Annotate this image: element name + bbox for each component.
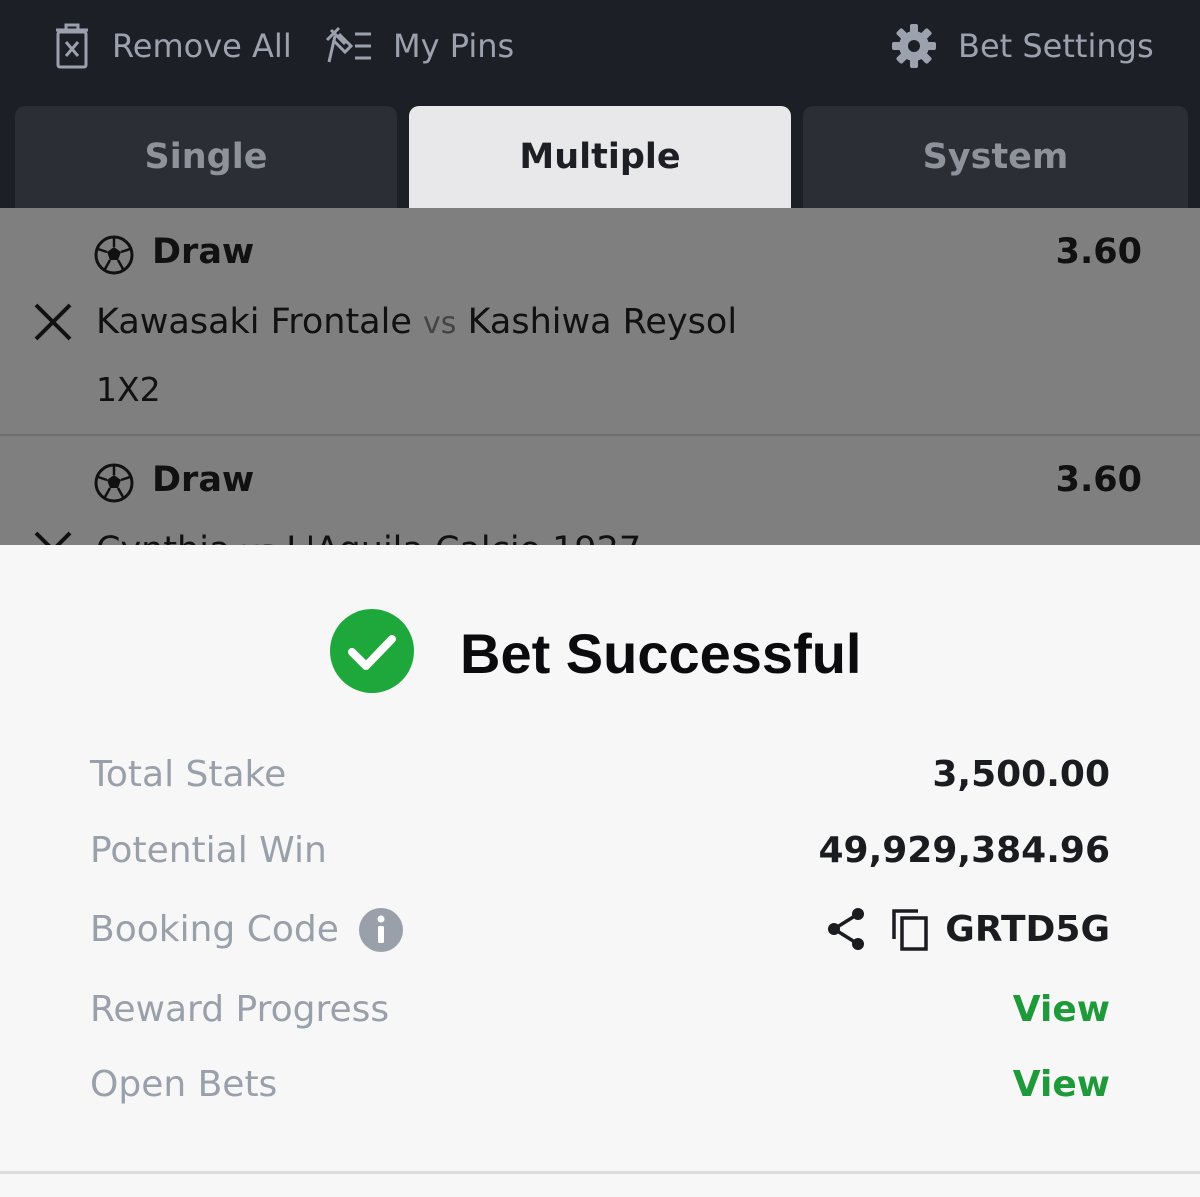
success-header: Bet Successful — [330, 609, 862, 697]
my-pins-label: My Pins — [393, 27, 515, 65]
remove-all-button[interactable]: Remove All — [52, 20, 292, 72]
info-icon[interactable] — [358, 907, 404, 957]
reward-progress-row: Reward Progress View — [90, 985, 1110, 1035]
potential-win-value: 49,929,384.96 — [818, 830, 1110, 871]
success-title: Bet Successful — [460, 621, 862, 685]
tab-single[interactable]: Single — [15, 106, 397, 208]
tab-system[interactable]: System — [803, 106, 1188, 208]
share-icon[interactable] — [826, 907, 866, 955]
pin-list-icon — [325, 26, 373, 66]
open-bets-view-link[interactable]: View — [1013, 1064, 1110, 1105]
total-stake-value: 3,500.00 — [932, 754, 1110, 795]
divider — [0, 1171, 1200, 1174]
reward-progress-label: Reward Progress — [90, 989, 390, 1030]
potential-win-label: Potential Win — [90, 830, 327, 871]
booking-code-row: Booking Code GRTD5G — [90, 905, 1110, 955]
tab-multiple[interactable]: Multiple — [409, 106, 791, 208]
bet-toolbar: Remove All My Pins Bet Settings — [0, 0, 1200, 92]
trash-icon — [52, 22, 92, 70]
bet-success-sheet: Bet Successful Total Stake 3,500.00 Pote… — [0, 545, 1200, 1197]
total-stake-row: Total Stake 3,500.00 — [90, 750, 1110, 800]
bet-type-tabs: Single Multiple System — [0, 92, 1200, 208]
open-bets-row: Open Bets View — [90, 1060, 1110, 1110]
open-bets-label: Open Bets — [90, 1064, 278, 1105]
potential-win-row: Potential Win 49,929,384.96 — [90, 826, 1110, 876]
gear-icon — [890, 22, 938, 70]
copy-icon[interactable] — [890, 907, 930, 955]
reward-progress-view-link[interactable]: View — [1013, 989, 1110, 1030]
booking-code-actions — [802, 907, 930, 955]
bet-settings-label: Bet Settings — [958, 27, 1154, 65]
modal-backdrop[interactable] — [0, 208, 1200, 546]
total-stake-label: Total Stake — [90, 754, 287, 795]
bet-settings-button[interactable]: Bet Settings — [890, 20, 1154, 72]
booking-code-value[interactable]: GRTD5G — [945, 909, 1110, 950]
my-pins-button[interactable]: My Pins — [325, 20, 514, 72]
check-circle-icon — [330, 609, 414, 697]
booking-code-label: Booking Code — [90, 909, 339, 950]
remove-all-label: Remove All — [112, 27, 292, 65]
